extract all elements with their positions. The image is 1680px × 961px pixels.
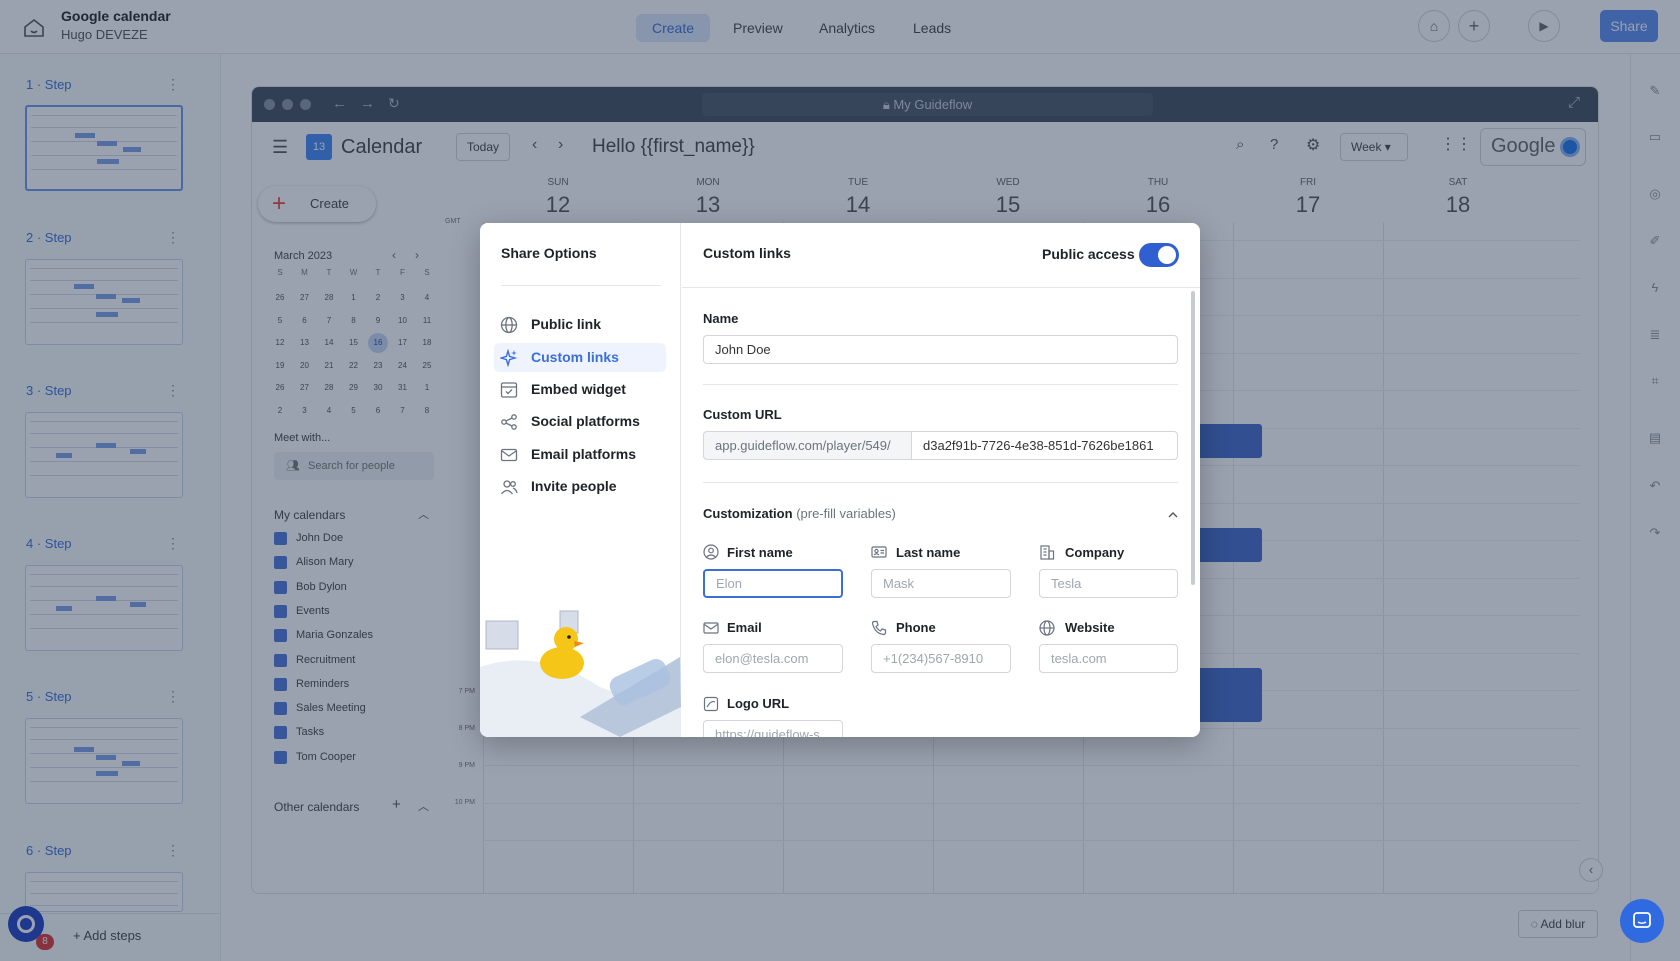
name-label: Name: [703, 311, 739, 326]
customization-label: Customization: [703, 506, 793, 521]
customization-header[interactable]: Customization (pre-fill variables): [703, 506, 896, 521]
image-icon: [703, 696, 719, 712]
menu-item-public-link[interactable]: Public link: [494, 310, 666, 339]
chat-icon: [1633, 912, 1651, 928]
menu-item-custom-links[interactable]: Custom links: [494, 343, 666, 372]
menu-item-label: Social platforms: [531, 413, 640, 429]
embed-icon: [500, 382, 518, 398]
menu-item-embed-widget[interactable]: Embed widget: [494, 375, 666, 404]
menu-item-email-platforms[interactable]: Email platforms: [494, 440, 666, 469]
phone-icon: [871, 620, 887, 636]
section-divider: [703, 384, 1178, 385]
mail-icon: [703, 622, 719, 634]
rubber-duck-illustration: [480, 610, 681, 737]
globe-icon: [1039, 620, 1055, 636]
share-nodes-icon: [501, 414, 517, 430]
last-name-label: Last name: [896, 545, 961, 560]
menu-item-label: Embed widget: [531, 381, 626, 397]
email-label: Email: [727, 620, 762, 635]
section-divider: [703, 482, 1178, 483]
url-prefix: app.guideflow.com/player/549/: [703, 431, 912, 460]
panel-divider: [682, 287, 1200, 288]
building-icon: [1040, 545, 1055, 560]
chat-support-button[interactable]: [1620, 899, 1664, 943]
share-options-sidebar: Share Options Public link Custom links E…: [480, 223, 681, 737]
menu-item-label: Custom links: [531, 349, 619, 365]
panel-title: Custom links: [703, 245, 791, 261]
first-name-input[interactable]: [703, 569, 843, 598]
share-options-title: Share Options: [501, 245, 597, 261]
sparkle-icon: [500, 349, 518, 367]
website-input[interactable]: [1039, 644, 1178, 673]
menu-item-social-platforms[interactable]: Social platforms: [494, 407, 666, 436]
name-input[interactable]: [703, 335, 1178, 364]
phone-label: Phone: [896, 620, 936, 635]
public-access-toggle[interactable]: [1139, 243, 1179, 267]
last-name-input[interactable]: [871, 569, 1011, 598]
id-card-icon: [871, 546, 887, 558]
chevron-up-icon[interactable]: [1167, 509, 1179, 521]
custom-url-label: Custom URL: [703, 407, 782, 422]
toggle-knob: [1158, 246, 1176, 264]
public-access-label: Public access: [1042, 246, 1135, 262]
share-options-modal: Share Options Public link Custom links E…: [480, 223, 1200, 737]
logo-url-input[interactable]: [703, 720, 843, 737]
globe-icon: [500, 316, 518, 334]
menu-item-label: Public link: [531, 316, 602, 332]
customization-hint: (pre-fill variables): [796, 506, 896, 521]
menu-item-label: Email platforms: [531, 446, 637, 462]
users-icon: [500, 480, 518, 495]
sidebar-divider: [501, 285, 661, 286]
website-label: Website: [1065, 620, 1115, 635]
user-circle-icon: [703, 544, 719, 560]
menu-item-invite-people[interactable]: Invite people: [494, 472, 666, 501]
logo-url-label: Logo URL: [727, 696, 790, 711]
custom-url-input[interactable]: [911, 431, 1178, 460]
company-input[interactable]: [1039, 569, 1178, 598]
custom-links-panel: Custom links Public access Name Custom U…: [682, 223, 1200, 737]
first-name-label: First name: [727, 545, 793, 560]
menu-item-label: Invite people: [531, 478, 617, 494]
email-input[interactable]: [703, 644, 843, 673]
phone-input[interactable]: [871, 644, 1011, 673]
mail-icon: [500, 448, 518, 462]
company-label: Company: [1065, 545, 1125, 560]
modal-scrollbar[interactable]: [1191, 291, 1195, 585]
